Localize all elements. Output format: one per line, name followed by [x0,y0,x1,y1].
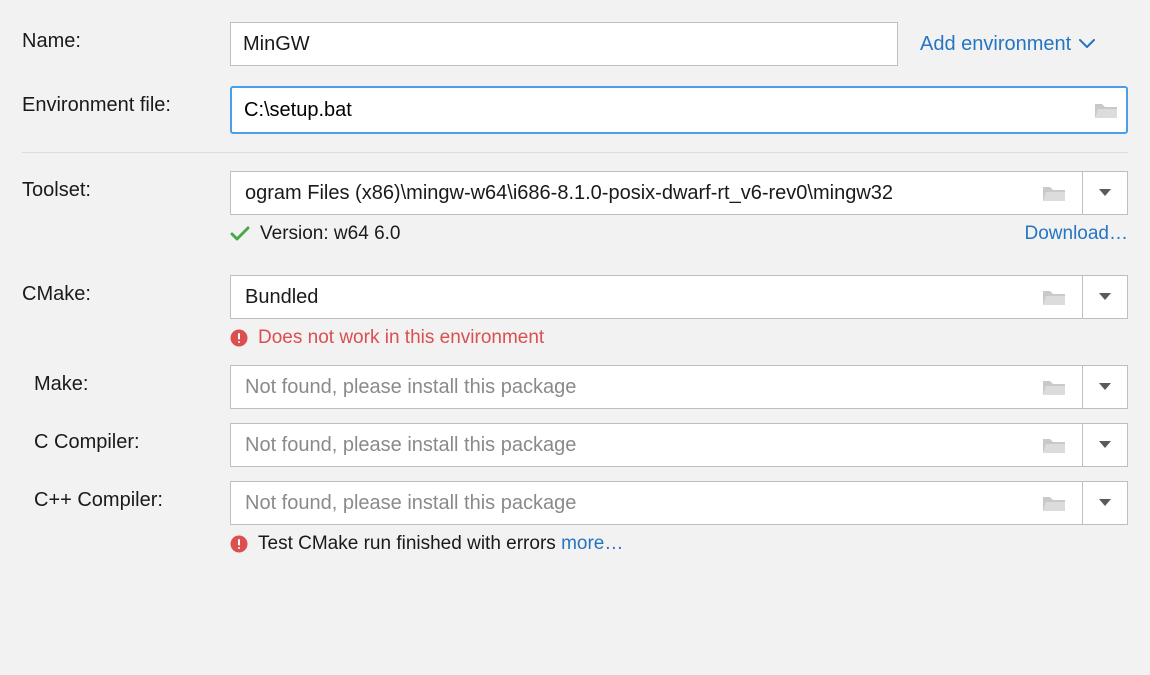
add-environment-label: Add environment [920,33,1071,56]
make-dropdown-button[interactable] [1082,365,1128,409]
browse-toolset-button[interactable] [1034,183,1074,203]
browse-make-button[interactable] [1034,377,1074,397]
toolset-input[interactable] [243,181,1034,206]
browse-env-file-button[interactable] [1086,88,1126,132]
caret-down-icon [1099,499,1111,507]
toolset-combo[interactable] [230,171,1128,215]
cpp-compiler-dropdown-button[interactable] [1082,481,1128,525]
folder-icon [1042,287,1066,307]
browse-cpp-compiler-button[interactable] [1034,493,1074,513]
name-label: Name: [22,22,230,53]
cmake-combo[interactable] [230,275,1128,319]
chevron-down-icon [1079,39,1095,49]
cpp-compiler-label: C++ Compiler: [22,481,230,512]
toolset-label: Toolset: [22,171,230,202]
make-label: Make: [22,365,230,396]
cmake-error-text: Does not work in this environment [258,327,544,349]
environment-file-field[interactable] [230,86,1128,134]
folder-icon [1094,100,1118,120]
make-input[interactable] [243,375,1034,400]
browse-c-compiler-button[interactable] [1034,435,1074,455]
caret-down-icon [1099,383,1111,391]
check-icon [230,226,250,242]
cpp-compiler-input[interactable] [243,491,1034,516]
c-compiler-combo[interactable] [230,423,1128,467]
folder-icon [1042,435,1066,455]
environment-file-input[interactable] [232,88,1086,132]
toolset-version-text: Version: w64 6.0 [260,223,400,245]
download-link[interactable]: Download… [1025,223,1129,245]
folder-icon [1042,493,1066,513]
error-icon [230,329,248,347]
c-compiler-label: C Compiler: [22,423,230,454]
separator [22,152,1128,153]
caret-down-icon [1099,189,1111,197]
folder-icon [1042,377,1066,397]
browse-cmake-button[interactable] [1034,287,1074,307]
add-environment-button[interactable]: Add environment [920,33,1095,56]
environment-file-label: Environment file: [22,86,230,117]
name-input[interactable] [230,22,898,66]
c-compiler-dropdown-button[interactable] [1082,423,1128,467]
cpp-compiler-combo[interactable] [230,481,1128,525]
caret-down-icon [1099,441,1111,449]
c-compiler-input[interactable] [243,433,1034,458]
caret-down-icon [1099,293,1111,301]
cmake-input[interactable] [243,285,1034,310]
toolset-dropdown-button[interactable] [1082,171,1128,215]
error-icon [230,535,248,553]
test-run-error-text: Test CMake run finished with errors [258,533,556,555]
cmake-dropdown-button[interactable] [1082,275,1128,319]
cmake-label: CMake: [22,275,230,306]
more-link[interactable]: more… [561,533,623,555]
folder-icon [1042,183,1066,203]
make-combo[interactable] [230,365,1128,409]
